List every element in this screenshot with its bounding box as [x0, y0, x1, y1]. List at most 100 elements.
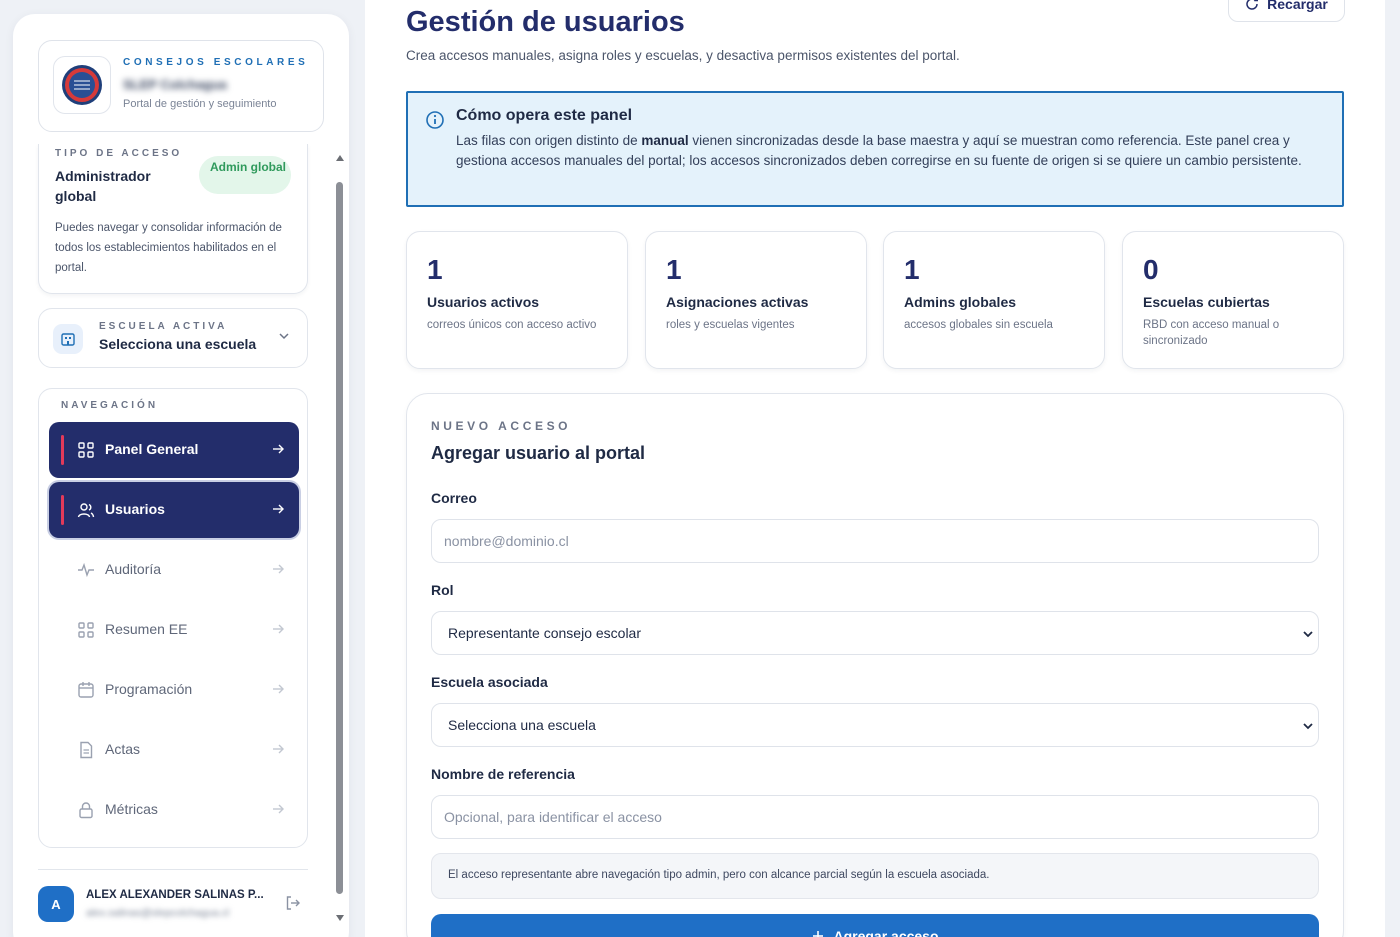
seal-icon: [62, 65, 102, 105]
nav-item-panel-general[interactable]: Panel General: [49, 422, 299, 478]
school-field-label: Escuela asociada: [431, 674, 548, 690]
stat-label: Asignaciones activas: [666, 294, 809, 310]
page-title: Gestión de usuarios: [406, 6, 685, 38]
role-hint: El acceso representante abre navegación …: [431, 853, 1319, 899]
avatar[interactable]: A: [38, 886, 74, 922]
email-label: Correo: [431, 490, 477, 506]
nav-item-metricas[interactable]: Métricas: [49, 782, 299, 838]
nav-item-usuarios[interactable]: Usuarios: [49, 482, 299, 538]
access-title: Administrador global: [55, 168, 151, 204]
access-description: Puedes navegar y consolidar información …: [55, 222, 282, 274]
role-select-value: Representante consejo escolar: [448, 625, 642, 641]
brand-eyebrow: CONSEJOS ESCOLARES: [123, 57, 309, 68]
info-title: Cómo opera este panel: [456, 107, 633, 124]
nav-item-label: Métricas: [105, 801, 158, 817]
active-school-selector[interactable]: ESCUELA ACTIVA Selecciona una escuela: [38, 308, 308, 368]
arrow-right-icon: [273, 504, 284, 514]
role-select[interactable]: Representante consejo escolar: [431, 611, 1319, 655]
stat-description: accesos globales sin escuela: [904, 319, 1053, 331]
school-eyebrow: ESCUELA ACTIVA: [99, 321, 228, 332]
users-icon: [77, 503, 95, 518]
stat-card-asignaciones-activas: 1 Asignaciones activas roles y escuelas …: [645, 231, 867, 369]
chevron-down-icon: [279, 333, 289, 340]
divider: [38, 869, 308, 870]
stat-value: 1: [427, 254, 443, 285]
email-field[interactable]: [431, 519, 1319, 563]
school-select[interactable]: Selecciona una escuela: [431, 703, 1319, 747]
document-icon: [80, 741, 93, 759]
stat-label: Admins globales: [904, 294, 1017, 310]
arrow-right-icon: [273, 624, 284, 634]
access-badge: Admin global: [199, 156, 291, 194]
scrollbar-thumb[interactable]: [336, 182, 343, 894]
nav-item-label: Resumen EE: [105, 621, 188, 637]
stat-label: Escuelas cubiertas: [1143, 294, 1270, 310]
access-eyebrow: TIPO DE ACCESO: [55, 148, 183, 159]
active-indicator: [61, 435, 64, 465]
stat-description: roles y escuelas vigentes: [666, 319, 795, 331]
scroll-down-icon[interactable]: [336, 914, 344, 922]
arrow-right-icon: [273, 684, 284, 694]
add-access-button[interactable]: Agregar acceso: [431, 914, 1319, 937]
stat-value: 0: [1143, 254, 1159, 285]
user-name: ALEX ALEXANDER SALINAS P...: [86, 889, 264, 901]
school-label: Selecciona una escuela: [99, 336, 257, 352]
active-indicator: [61, 495, 64, 525]
main-content: Gestión de usuarios Crea accesos manuale…: [365, 0, 1385, 937]
navigation-card: NAVEGACIÓN Panel General Usuarios Audito…: [38, 388, 308, 848]
reload-button[interactable]: Recargar: [1228, 0, 1345, 22]
reference-name-field[interactable]: [431, 795, 1319, 839]
arrow-right-icon: [273, 444, 284, 454]
plus-icon: [813, 931, 824, 937]
access-type-card: TIPO DE ACCESO Administrador global Admi…: [38, 144, 308, 294]
sidebar: CONSEJOS ESCOLARES SLEP Colchagua Portal…: [13, 14, 349, 937]
stat-description: correos únicos con acceso activo: [427, 319, 597, 331]
stat-description: RBD con acceso manual o sincronizado: [1143, 319, 1280, 347]
refresh-icon: [1246, 0, 1259, 10]
activity-icon: [78, 562, 94, 578]
form-eyebrow: NUEVO ACCESO: [431, 419, 572, 433]
grid-icon: [78, 622, 94, 638]
nav-item-label: Programación: [105, 681, 193, 697]
page-scrollbar-gutter: [1385, 0, 1400, 937]
scroll-up-icon[interactable]: [336, 154, 344, 162]
info-callout: Cómo opera este panel Las filas con orig…: [406, 91, 1344, 207]
stat-label: Usuarios activos: [427, 294, 540, 310]
nav-item-label: Usuarios: [105, 501, 165, 517]
calendar-icon: [78, 682, 94, 698]
arrow-right-icon: [273, 804, 284, 814]
stat-card-admins-globales: 1 Admins globales accesos globales sin e…: [883, 231, 1105, 369]
stat-value: 1: [904, 254, 920, 285]
page-subtitle: Crea accesos manuales, asigna roles y es…: [406, 48, 960, 63]
sidebar-scrollbar[interactable]: [333, 154, 345, 934]
nav-eyebrow: NAVEGACIÓN: [61, 400, 159, 411]
chevron-down-icon: [1303, 723, 1313, 730]
stat-card-escuelas-cubiertas: 0 Escuelas cubiertas RBD con acceso manu…: [1122, 231, 1344, 369]
nav-item-auditoria[interactable]: Auditoría: [49, 542, 299, 598]
brand-card: CONSEJOS ESCOLARES SLEP Colchagua Portal…: [38, 40, 324, 132]
info-text: Las filas con origen distinto de manual …: [456, 133, 1302, 168]
info-icon: [426, 111, 444, 129]
stat-card-usuarios-activos: 1 Usuarios activos correos únicos con ac…: [406, 231, 628, 369]
grid-icon: [78, 442, 94, 458]
school-select-value: Selecciona una escuela: [448, 717, 596, 733]
nav-item-actas[interactable]: Actas: [49, 722, 299, 778]
brand-subtitle: Portal de gestión y seguimiento: [123, 98, 277, 110]
nav-item-resumen-ee[interactable]: Resumen EE: [49, 602, 299, 658]
add-access-label: Agregar acceso: [833, 928, 939, 937]
nav-item-label: Actas: [105, 741, 141, 757]
school-building-icon: [53, 324, 83, 354]
arrow-right-icon: [273, 564, 284, 574]
logout-icon[interactable]: [285, 895, 301, 911]
nav-item-label: Auditoría: [105, 561, 162, 577]
reference-label: Nombre de referencia: [431, 766, 575, 782]
add-user-form: NUEVO ACCESO Agregar usuario al portal C…: [406, 393, 1344, 937]
role-label: Rol: [431, 582, 454, 598]
brand-name: SLEP Colchagua: [123, 77, 227, 92]
arrow-right-icon: [273, 744, 284, 754]
sidebar-scroll-area: TIPO DE ACCESO Administrador global Admi…: [13, 144, 349, 884]
user-email: alex.salinas@slepcolchagua.cl: [86, 907, 230, 919]
stat-value: 1: [666, 254, 682, 285]
nav-item-programacion[interactable]: Programación: [49, 662, 299, 718]
nav-item-label: Panel General: [105, 441, 199, 457]
